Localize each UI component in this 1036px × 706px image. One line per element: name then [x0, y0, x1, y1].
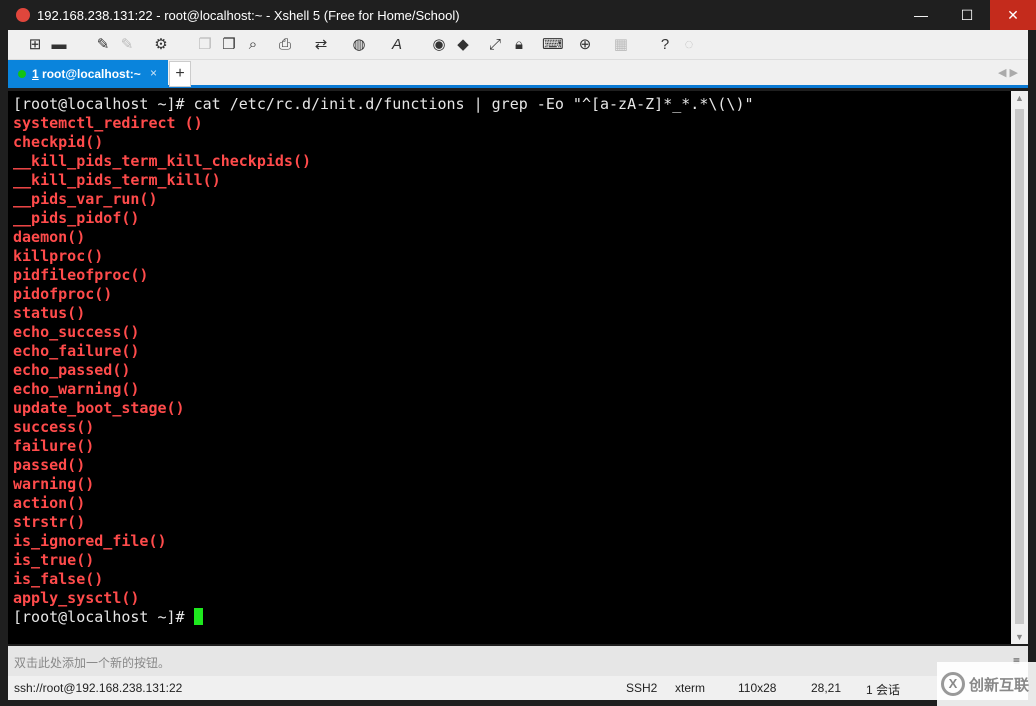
output-line: __pids_pidof() — [13, 209, 140, 227]
window-title: 192.168.238.131:22 - root@localhost:~ - … — [37, 8, 460, 23]
chat-icon[interactable]: ◌ — [680, 36, 698, 54]
title-bar: 192.168.238.131:22 - root@localhost:~ - … — [0, 0, 1036, 30]
toolbar: ⊞ ▬ ✎ ✎ ⚙ ❐ ❐ ⌕ ⎙ ⇄ ◍ A ◉ ◆ ⤢ 🔒︎ ⌨ ⊕ ▦ ?… — [8, 30, 1028, 60]
terminal-size: 110x28 — [738, 681, 777, 695]
add-icon[interactable]: ⊕ — [576, 36, 594, 54]
cursor — [193, 608, 203, 625]
output-line: passed() — [13, 456, 86, 474]
terminal-type: xterm — [675, 681, 705, 695]
close-button[interactable]: ✕ — [990, 0, 1036, 30]
quickbar-hint: 双击此处添加一个新的按钮。 — [14, 656, 171, 670]
tab-close-icon[interactable]: × — [150, 66, 157, 80]
maximize-button[interactable]: ☐ — [944, 0, 990, 30]
watermark-logo: X 创新互联 — [937, 662, 1036, 706]
tab-number: 1 — [32, 67, 39, 81]
output-line: echo_passed() — [13, 361, 131, 379]
open-folder-icon[interactable]: ▬ — [50, 36, 68, 54]
transfer-icon[interactable]: ⇄ — [312, 36, 330, 54]
final-prompt: [root@localhost ~]# — [13, 608, 194, 626]
output-line: __kill_pids_term_kill() — [13, 171, 221, 189]
xftp-icon[interactable]: ◉ — [430, 36, 448, 54]
tab-scroll-arrows[interactable]: ◀ ▶ — [998, 66, 1018, 79]
font-icon[interactable]: A — [388, 36, 406, 54]
terminal[interactable]: [root@localhost ~]# cat /etc/rc.d/init.d… — [8, 91, 1011, 644]
connection-url: ssh://root@192.168.238.131:22 — [14, 681, 183, 695]
output-line: success() — [13, 418, 95, 436]
layout-icon[interactable]: ▦ — [612, 36, 630, 54]
output-line: systemctl_redirect () — [13, 114, 203, 132]
new-session-icon[interactable]: ⊞ — [26, 36, 44, 54]
fullscreen-icon[interactable]: ⤢ — [486, 36, 504, 54]
tab-label: root@localhost:~ — [38, 67, 141, 81]
session-count: 1 会话 — [866, 683, 901, 697]
xshell-logo-icon — [16, 8, 30, 22]
output-line: pidfileofproc() — [13, 266, 149, 284]
status-bar: ssh://root@192.168.238.131:22 SSH2 xterm… — [8, 676, 1028, 700]
output-line: action() — [13, 494, 86, 512]
vertical-scrollbar[interactable]: ▲ ▼ — [1011, 91, 1028, 644]
new-tab-button[interactable]: + — [169, 61, 191, 87]
paste-icon[interactable]: ❐ — [220, 36, 238, 54]
output-line: pidofproc() — [13, 285, 113, 303]
tab-bar: 1 root@localhost:~ × + ◀ ▶ — [8, 60, 1028, 88]
command-line: [root@localhost ~]# cat /etc/rc.d/init.d… — [13, 95, 754, 113]
scroll-up-icon[interactable]: ▲ — [1011, 93, 1028, 103]
output-line: warning() — [13, 475, 95, 493]
output-line: is_true() — [13, 551, 95, 569]
output-line: echo_failure() — [13, 342, 140, 360]
output-line: is_false() — [13, 570, 104, 588]
cursor-position: 28,21 — [811, 681, 842, 695]
protocol: SSH2 — [626, 681, 658, 695]
scrollbar-thumb[interactable] — [1015, 109, 1024, 624]
output-line: failure() — [13, 437, 95, 455]
keyboard-icon[interactable]: ⌨ — [542, 36, 564, 54]
output-line: status() — [13, 304, 86, 322]
output-line: daemon() — [13, 228, 86, 246]
connected-status-icon — [18, 70, 26, 78]
find-icon[interactable]: ⌕ — [244, 36, 262, 54]
properties-icon[interactable]: ⚙ — [152, 36, 170, 54]
output-line: __kill_pids_term_kill_checkpids() — [13, 152, 312, 170]
tab-session-1[interactable]: 1 root@localhost:~ × — [8, 60, 168, 88]
lock-icon[interactable]: 🔒︎ — [510, 36, 528, 54]
print-icon[interactable]: ⎙ — [276, 36, 294, 54]
xagent-icon[interactable]: ◆ — [454, 36, 472, 54]
output-line: __pids_var_run() — [13, 190, 158, 208]
output-line: apply_sysctl() — [13, 589, 140, 607]
output-line: killproc() — [13, 247, 104, 265]
disconnect-icon[interactable]: ✎ — [118, 36, 136, 54]
copy-icon[interactable]: ❐ — [196, 36, 214, 54]
quick-command-bar[interactable]: 双击此处添加一个新的按钮。 ≡ — [8, 646, 1028, 676]
scroll-down-icon[interactable]: ▼ — [1011, 632, 1028, 642]
output-line: echo_warning() — [13, 380, 140, 398]
help-icon[interactable]: ? — [656, 36, 674, 54]
globe-icon[interactable]: ◍ — [350, 36, 368, 54]
connect-icon[interactable]: ✎ — [94, 36, 112, 54]
output-line: update_boot_stage() — [13, 399, 185, 417]
output-line: is_ignored_file() — [13, 532, 167, 550]
minimize-button[interactable]: — — [898, 0, 944, 30]
output-line: checkpid() — [13, 133, 104, 151]
output-line: strstr() — [13, 513, 86, 531]
output-line: echo_success() — [13, 323, 140, 341]
